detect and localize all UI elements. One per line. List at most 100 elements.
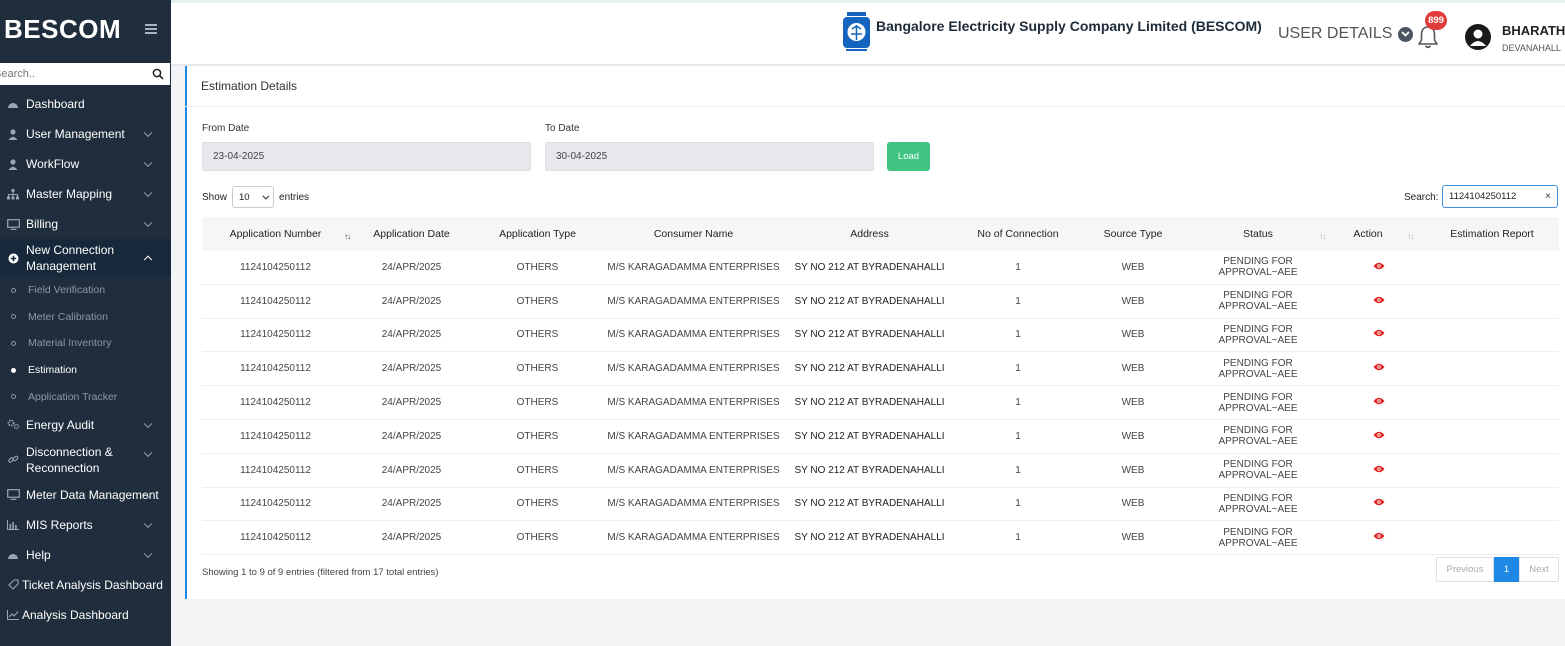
cell-consumer-name: M/S KARAGADAMMA ENTERPRISES [607,430,780,442]
cell-status: PENDING FOR APPROVAL~AEE [1218,256,1298,279]
cell-consumer-name: M/S KARAGADAMMA ENTERPRISES [607,464,780,476]
cell-source-type: WEB [1121,464,1145,476]
sidebar-item-dashboard[interactable]: Dashboard [0,89,171,119]
cell-consumer-name: M/S KARAGADAMMA ENTERPRISES [607,363,780,375]
column-header-label: Address [850,228,889,240]
circle-icon [11,340,16,346]
sidebar-item-analysis-dashboard[interactable]: Analysis Dashboard [0,600,171,630]
table-row[interactable]: 1124104250112 24/APR/2025 OTHERS M/S KARAGA… [202,521,1559,556]
sidebar-item-master-mapping[interactable]: Master Mapping [0,179,171,209]
cell-action [1333,498,1425,509]
cell-source-type: WEB [1121,363,1145,375]
sidebar-subitem-application-tracker[interactable]: Application Tracker [0,383,171,410]
sidebar-item-meter-data-management[interactable]: Meter Data Management [0,480,171,510]
to-date-label: To Date [545,123,580,134]
eye-icon[interactable] [1373,262,1385,270]
column-header-status[interactable]: Status ↑↓ [1183,228,1333,241]
sidebar-subitem-estimation[interactable]: Estimation [0,357,171,384]
bescom-logo-icon [843,12,870,51]
table-header: Application Number ↑↓ Application Date Ap… [202,217,1559,251]
previous-page-button[interactable]: Previous [1436,557,1494,582]
table-row[interactable]: 1124104250112 24/APR/2025 OTHERS M/S KARAGA… [202,285,1559,319]
table-row[interactable]: 1124104250112 24/APR/2025 OTHERS M/S KARAGA… [202,488,1559,522]
column-header-estimation-report[interactable]: Estimation Report [1425,228,1559,240]
sidebar-item-ticket-analysis-dashboard[interactable]: Ticket Analysis Dashboard [0,570,171,600]
table-row[interactable]: 1124104250112 24/APR/2025 OTHERS M/S KARAGA… [202,352,1559,387]
cell-source-type: WEB [1121,329,1145,341]
eye-icon[interactable] [1373,296,1385,304]
sidebar-subitem-field-verification[interactable]: Field Verification [0,277,171,304]
sidebar-menu: Dashboard User Management WorkFlow Maste… [0,89,171,630]
sidebar-item-user-management[interactable]: User Management [0,119,171,149]
sidebar-item-label: Disconnection & Reconnection [26,444,113,475]
cell-action [1333,296,1425,307]
clear-search-icon[interactable]: × [1545,191,1551,202]
column-header-application-number[interactable]: Application Number ↑↓ [202,228,351,241]
cell-application-number: 1124104250112 [240,363,311,375]
column-header-label: Action [1353,228,1383,240]
cell-action [1333,465,1425,476]
entries-select[interactable]: 10 [232,186,275,208]
to-date-field[interactable]: 30-04-2025 [545,142,874,171]
table-row[interactable]: 1124104250112 24/APR/2025 OTHERS M/S KARAGA… [202,454,1559,488]
circle-filled-icon [11,367,16,373]
sidebar-item-mis-reports[interactable]: MIS Reports [0,510,171,540]
cell-status: PENDING FOR APPROVAL~AEE [1218,391,1298,414]
search-icon[interactable] [152,68,164,80]
hamburger-menu-icon[interactable] [145,24,157,34]
brand: BESCOM [0,0,171,58]
eye-icon[interactable] [1373,397,1385,405]
user-name: BHARATH [1502,23,1565,38]
show-label: Show [202,191,228,203]
table-row[interactable]: 1124104250112 24/APR/2025 OTHERS M/S KARAGA… [202,319,1559,353]
sidebar-subitem-label: Application Tracker [28,390,118,403]
cell-source-type: WEB [1121,397,1145,409]
sidebar-item-billing[interactable]: Billing [0,209,171,239]
sidebar-item-disconnection-reconnection[interactable]: Disconnection & Reconnection [0,440,171,480]
cell-source-type: WEB [1121,430,1145,442]
cell-no-of-connection: 1 [1015,329,1021,341]
cell-no-of-connection: 1 [1015,498,1021,510]
table-row[interactable]: 1124104250112 24/APR/2025 OTHERS M/S KARAGA… [202,386,1559,420]
load-button[interactable]: Load [887,142,930,171]
gears-icon [6,419,20,431]
dashboard-icon [6,549,20,561]
user-avatar-icon[interactable] [1465,24,1491,50]
from-date-field[interactable]: 23-04-2025 [202,142,531,171]
table-row[interactable]: 1124104250112 24/APR/2025 OTHERS M/S KARAGA… [202,251,1559,285]
eye-icon[interactable] [1373,431,1385,439]
eye-icon[interactable] [1373,465,1385,473]
column-header-no-of-connection[interactable]: No of Connection [953,228,1083,240]
cell-application-type: OTHERS [516,295,559,307]
sidebar-subitem-meter-calibration[interactable]: Meter Calibration [0,304,171,331]
eye-icon[interactable] [1373,363,1385,371]
column-header-address[interactable]: Address [786,228,953,240]
cell-no-of-connection: 1 [1015,532,1021,544]
table-row[interactable]: 1124104250112 24/APR/2025 OTHERS M/S KARAGA… [202,420,1559,454]
eye-icon[interactable] [1373,329,1385,337]
sidebar-item-help[interactable]: Help [0,540,171,570]
eye-icon[interactable] [1373,498,1385,506]
table-search-value: 1124104250112 [1449,191,1517,202]
cell-application-number: 1124104250112 [240,532,311,544]
sidebar-search-input[interactable] [0,68,134,80]
table-search-input[interactable]: 1124104250112 × [1442,185,1558,208]
sidebar-subitem-material-inventory[interactable]: Material Inventory [0,330,171,357]
sidebar-item-energy-audit[interactable]: Energy Audit [0,410,171,440]
sidebar-item-new-connection-management[interactable]: New Connection Management [0,239,171,277]
page-1-button[interactable]: 1 [1494,557,1519,582]
column-header-application-date[interactable]: Application Date [349,228,474,240]
user-details-dropdown[interactable]: USER DETAILS [1278,25,1414,43]
line-chart-icon [6,609,20,621]
sidebar-search[interactable] [0,63,170,85]
eye-icon[interactable] [1373,532,1385,540]
column-header-source-type[interactable]: Source Type [1083,228,1183,240]
cell-address: SY NO 212 AT BYRADENAHALLI [794,498,945,510]
column-header-application-type[interactable]: Application Type [474,228,601,240]
cell-application-date: 24/APR/2025 [381,532,442,544]
column-header-label: Estimation Report [1450,228,1534,240]
column-header-consumer-name[interactable]: Consumer Name [601,228,786,240]
sidebar-item-workflow[interactable]: WorkFlow [0,149,171,179]
next-page-button[interactable]: Next [1519,557,1559,582]
column-header-action[interactable]: Action ↑↓ [1333,228,1425,241]
